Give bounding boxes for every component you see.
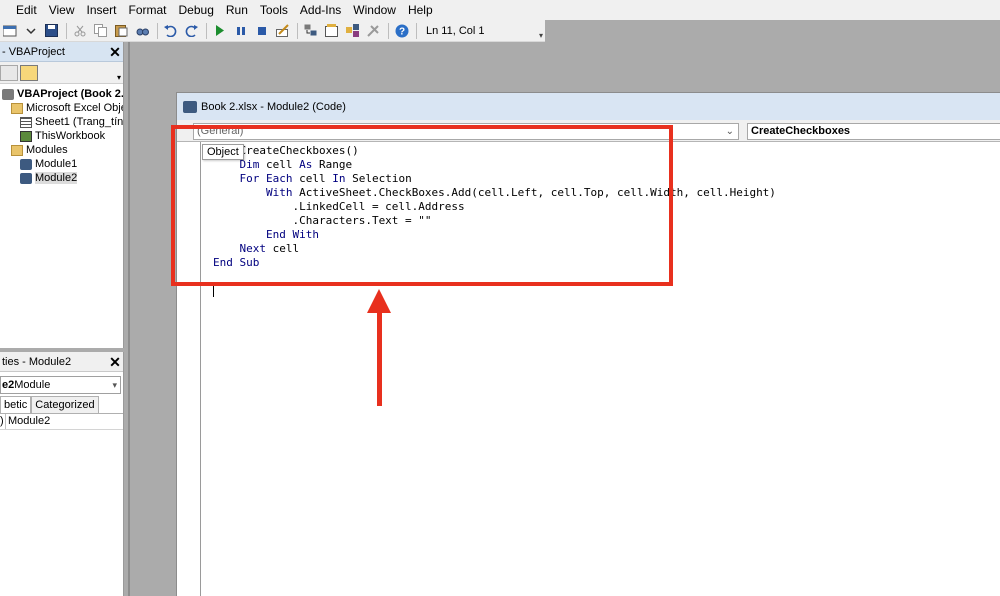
menu-bar: Edit View Insert Format Debug Run Tools … <box>0 0 1000 20</box>
object-selector-name: e2 <box>2 379 15 391</box>
close-icon[interactable]: ✕ <box>107 44 123 60</box>
svg-text:?: ? <box>398 26 404 37</box>
tree-item[interactable]: Module2 <box>0 171 123 185</box>
tree-item-label: Modules <box>26 144 68 156</box>
view-object-icon[interactable] <box>0 64 18 81</box>
vba-project-icon <box>2 88 14 100</box>
toolbox-icon[interactable] <box>364 22 383 40</box>
paste-icon[interactable] <box>112 22 131 40</box>
property-value: Module2 <box>8 415 51 427</box>
tree-item-label: Module2 <box>35 172 78 184</box>
menu-insert[interactable]: Insert <box>80 0 122 20</box>
folder-icon <box>11 144 23 156</box>
module-icon <box>20 172 32 184</box>
tree-item-label: VBAProject (Book 2.xlsx) <box>17 88 123 100</box>
project-tree: VBAProject (Book 2.xlsx) Microsoft Excel … <box>0 84 123 185</box>
cursor-position-readout: Ln 11, Col 1 <box>426 24 485 37</box>
design-mode-icon[interactable] <box>273 22 292 40</box>
properties-title: ties - Module2 <box>2 355 72 368</box>
tree-item[interactable]: Sheet1 (Trang_tính1) <box>0 115 123 129</box>
tree-item-label: Microsoft Excel Objects <box>26 102 123 114</box>
tree-item[interactable]: Modules <box>0 143 123 157</box>
tree-item[interactable]: Microsoft Excel Objects <box>0 101 123 115</box>
menu-format[interactable]: Format <box>123 0 173 20</box>
standard-toolbar: ? Ln 11, Col 1 ▾ <box>0 20 545 42</box>
excel-view-icon[interactable] <box>0 22 19 40</box>
reset-icon[interactable] <box>252 22 271 40</box>
save-icon[interactable] <box>42 22 61 40</box>
procedure-combo-value: CreateCheckboxes <box>751 125 851 137</box>
tab-categorized[interactable]: Categorized <box>31 396 99 413</box>
chevron-down-icon[interactable]: ▾ <box>112 380 117 391</box>
tree-item[interactable]: VBAProject (Book 2.xlsx) <box>0 87 123 101</box>
workbook-icon <box>20 130 32 142</box>
property-row[interactable]: ) Module2 <box>0 414 123 430</box>
insert-module-icon[interactable] <box>21 22 40 40</box>
properties-titlebar: ties - Module2 ✕ <box>0 352 123 372</box>
annotation-arrow-shaft <box>377 308 382 406</box>
module-icon <box>183 100 197 113</box>
properties-pane: ties - Module2 ✕ e2 Module ▾ betic Categ… <box>0 352 124 596</box>
module-icon <box>20 158 32 170</box>
tree-item-label: Module1 <box>35 158 78 170</box>
tree-item-label: ThisWorkbook <box>35 130 106 142</box>
menu-view[interactable]: View <box>43 0 81 20</box>
sheet-icon <box>20 116 32 128</box>
redo-icon[interactable] <box>182 22 201 40</box>
find-icon[interactable] <box>133 22 152 40</box>
close-icon[interactable]: ✕ <box>107 354 123 370</box>
tree-item[interactable]: Module1 <box>0 157 123 171</box>
menu-window[interactable]: Window <box>347 0 402 20</box>
properties-tabs: betic Categorized <box>0 396 123 414</box>
tab-alphabetic[interactable]: betic <box>0 396 32 413</box>
cut-icon[interactable] <box>70 22 89 40</box>
annotation-highlight-box <box>171 125 673 286</box>
menu-debug[interactable]: Debug <box>173 0 220 20</box>
run-icon[interactable] <box>210 22 229 40</box>
break-icon[interactable] <box>231 22 250 40</box>
mdi-splitter[interactable] <box>128 42 130 596</box>
menu-tools[interactable]: Tools <box>254 0 294 20</box>
menu-add-ins[interactable]: Add-Ins <box>294 0 347 20</box>
code-window-title: Book 2.xlsx - Module2 (Code) <box>201 100 346 113</box>
scroll-grip-icon[interactable]: ▾ <box>117 73 121 82</box>
object-browser-icon[interactable] <box>343 22 362 40</box>
project-explorer-toolbar: ▾ <box>0 62 123 84</box>
procedure-combo[interactable]: CreateCheckboxes <box>747 123 1000 140</box>
copy-icon[interactable] <box>91 22 110 40</box>
help-icon[interactable]: ? <box>392 22 411 40</box>
folder-icon <box>11 102 23 114</box>
object-selector-type: Module <box>14 379 51 391</box>
menu-help[interactable]: Help <box>402 0 439 20</box>
object-selector[interactable]: e2 Module ▾ <box>0 376 121 394</box>
menu-edit[interactable]: Edit <box>10 0 43 20</box>
tree-item[interactable]: ThisWorkbook <box>0 129 123 143</box>
menu-run[interactable]: Run <box>220 0 254 20</box>
project-explorer-pane: - VBAProject ✕ ▾ VBAProject (Book 2.xlsx… <box>0 42 124 348</box>
toolbar-overflow-icon[interactable]: ▾ <box>539 31 543 40</box>
toggle-folders-icon[interactable] <box>20 64 38 81</box>
properties-icon[interactable] <box>322 22 341 40</box>
chevron-down-icon[interactable]: ⌄ <box>726 124 734 139</box>
undo-icon[interactable] <box>161 22 180 40</box>
code-window-titlebar[interactable]: Book 2.xlsx - Module2 (Code) <box>177 93 1000 120</box>
tree-item-label: Sheet1 (Trang_tính1) <box>35 116 123 128</box>
project-explorer-title: - VBAProject <box>2 45 65 58</box>
project-explorer-titlebar: - VBAProject ✕ <box>0 42 123 62</box>
project-explorer-icon[interactable] <box>301 22 320 40</box>
